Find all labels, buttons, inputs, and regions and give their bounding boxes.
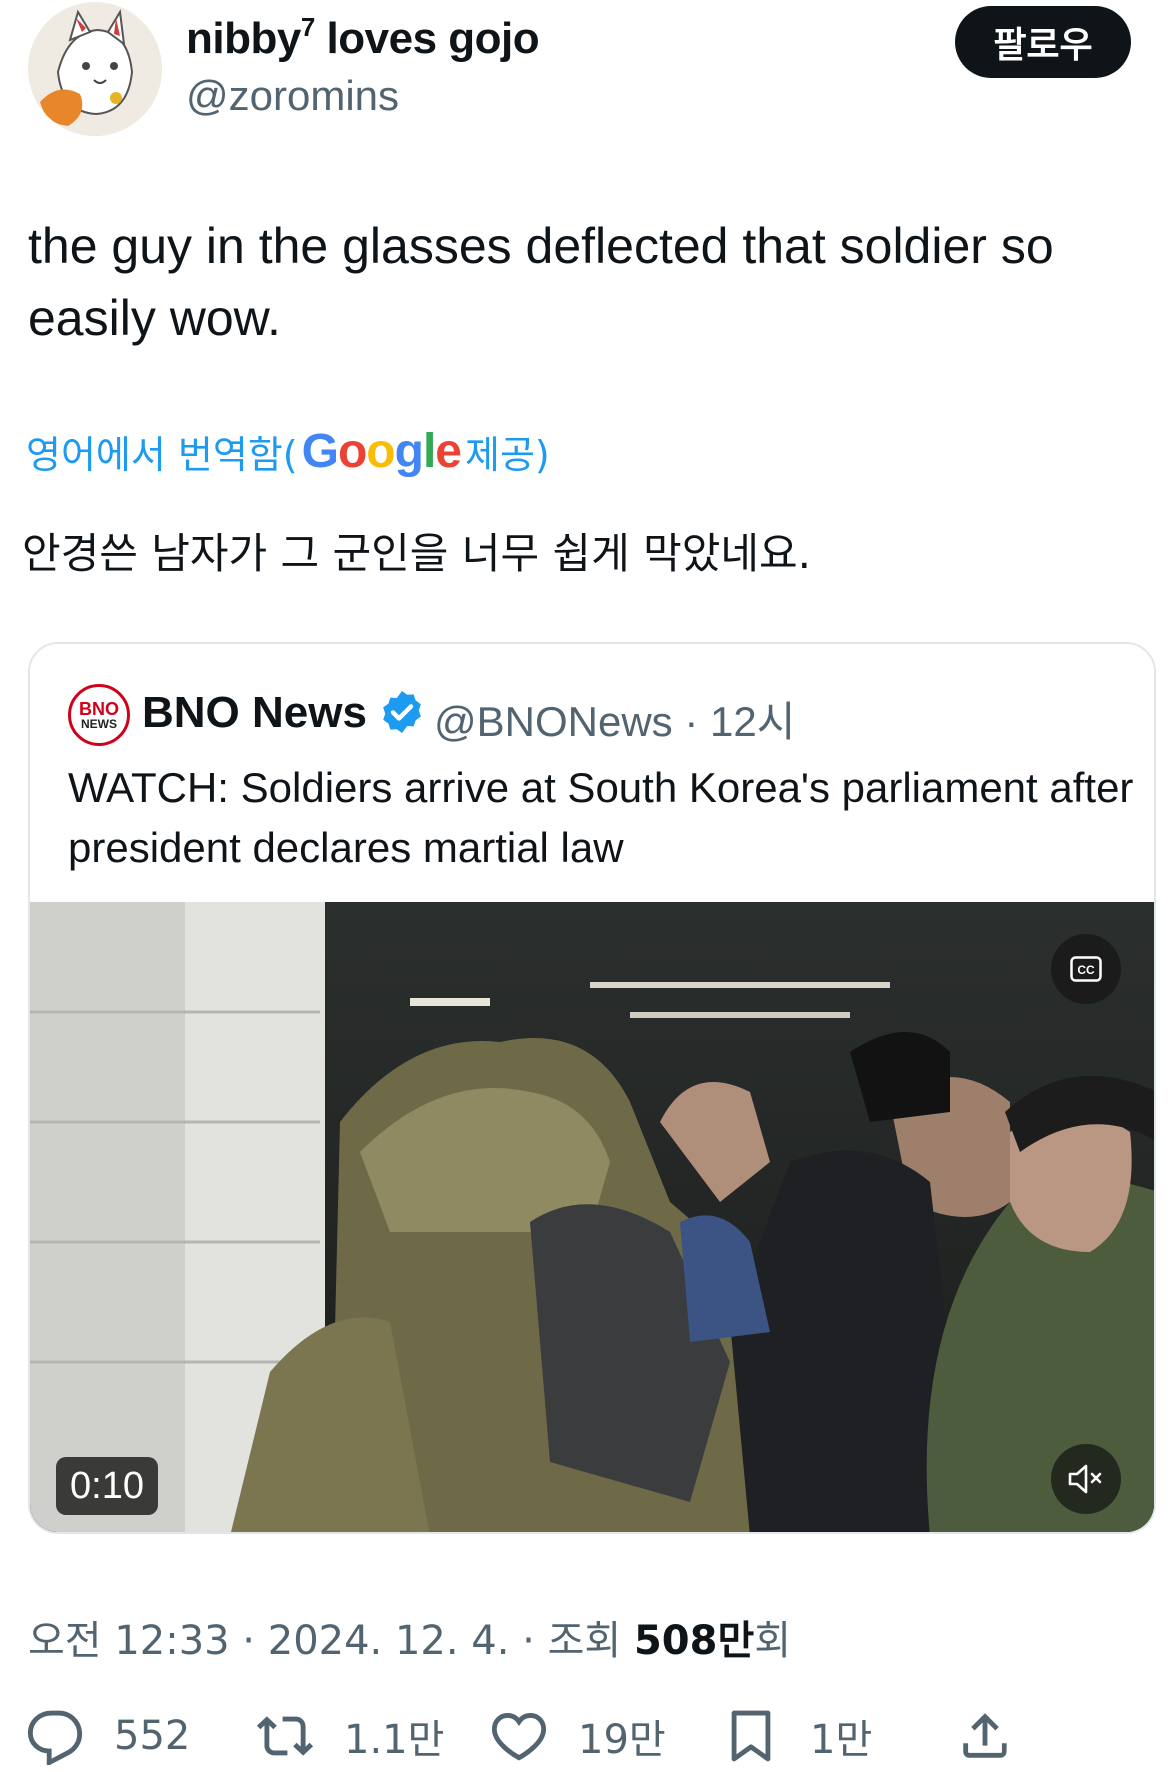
- author-handle[interactable]: @zoromins: [186, 72, 399, 120]
- google-logo-o2: o: [366, 425, 395, 478]
- repost-icon: [256, 1716, 314, 1756]
- repost-count: 1.1만: [344, 1717, 445, 1763]
- tweet-date[interactable]: 2024. 12. 4.: [268, 1618, 510, 1664]
- google-logo-g: G: [301, 425, 339, 478]
- video-duration: 0:10: [56, 1457, 158, 1515]
- translated-text: 안경쓴 남자가 그 군인을 너무 쉽게 막았네요.: [22, 529, 811, 578]
- quoted-text: WATCH: Soldiers arrive at South Korea's …: [68, 764, 1134, 871]
- video-player[interactable]: CC 0:10: [30, 902, 1154, 1532]
- translate-suffix[interactable]: 제공): [465, 424, 550, 479]
- author-name-suffix[interactable]: loves gojo: [315, 14, 540, 63]
- closed-captions-button[interactable]: CC: [1051, 934, 1121, 1004]
- tweet-actions-bar: 552 1.1만 19만 1만: [0, 1700, 1170, 1772]
- translation-attribution[interactable]: 영어에서 번역함( Google 제공): [26, 424, 550, 479]
- bookmark-icon: [731, 1710, 771, 1762]
- google-logo-l: l: [422, 425, 436, 478]
- heart-icon: [491, 1713, 547, 1761]
- quoted-author-avatar[interactable]: BNO NEWS: [68, 684, 130, 746]
- repost-button[interactable]: 1.1만: [256, 1700, 444, 1772]
- tweet-time[interactable]: 오전 12:33: [28, 1618, 230, 1664]
- verified-badge-icon: [383, 691, 421, 733]
- google-logo-e: e: [435, 425, 462, 478]
- tweet-header: nibby7 loves gojo @zoromins 팔로우: [0, 0, 1170, 150]
- cc-icon: CC: [1070, 956, 1102, 982]
- google-logo-g2: g: [394, 425, 424, 478]
- views-label: 조회: [547, 1618, 622, 1664]
- bno-logo-bottom: NEWS: [81, 717, 117, 731]
- reply-button[interactable]: 552: [26, 1700, 190, 1772]
- google-logo-o1: o: [337, 425, 367, 478]
- like-button[interactable]: 19만: [490, 1700, 666, 1772]
- unmute-button[interactable]: [1051, 1444, 1121, 1514]
- views-suffix: 회: [754, 1618, 792, 1664]
- quoted-meta: @BNONews · 12시: [434, 698, 796, 745]
- tweet-text: the guy in the glasses deflected that so…: [28, 218, 1054, 346]
- svg-text:CC: CC: [1077, 963, 1095, 977]
- quoted-handle[interactable]: @BNONews: [434, 698, 673, 745]
- google-logo: Google: [301, 424, 462, 479]
- follow-button[interactable]: 팔로우: [955, 6, 1131, 78]
- translate-prefix[interactable]: 영어에서 번역함(: [26, 424, 298, 479]
- bno-logo-top: BNO: [79, 699, 119, 719]
- author-avatar[interactable]: [28, 2, 162, 136]
- author-display-name[interactable]: nibby7 loves gojo: [186, 12, 540, 64]
- tweet-timestamp: 오전 12:33 · 2024. 12. 4. · 조회 508만회: [28, 1618, 792, 1664]
- quoted-author-name[interactable]: BNO News: [142, 688, 367, 738]
- bookmark-button[interactable]: 1만: [722, 1700, 872, 1772]
- share-button[interactable]: [956, 1700, 1014, 1772]
- bookmark-count: 1만: [810, 1717, 873, 1763]
- like-count: 19만: [578, 1717, 666, 1763]
- video-frame: [30, 902, 1154, 1532]
- reply-count: 552: [114, 1713, 191, 1759]
- views-count[interactable]: 508만: [634, 1618, 754, 1664]
- share-icon: [963, 1713, 1007, 1758]
- quoted-tweet-card[interactable]: BNO NEWS BNO News @BNONews · 12시 WATCH: …: [28, 642, 1156, 1534]
- quoted-time[interactable]: 12시: [710, 698, 795, 745]
- author-name-text[interactable]: nibby: [186, 14, 301, 63]
- muted-speaker-icon: [1068, 1464, 1102, 1494]
- reply-icon: [27, 1710, 83, 1765]
- author-name-superscript: 7: [300, 12, 315, 42]
